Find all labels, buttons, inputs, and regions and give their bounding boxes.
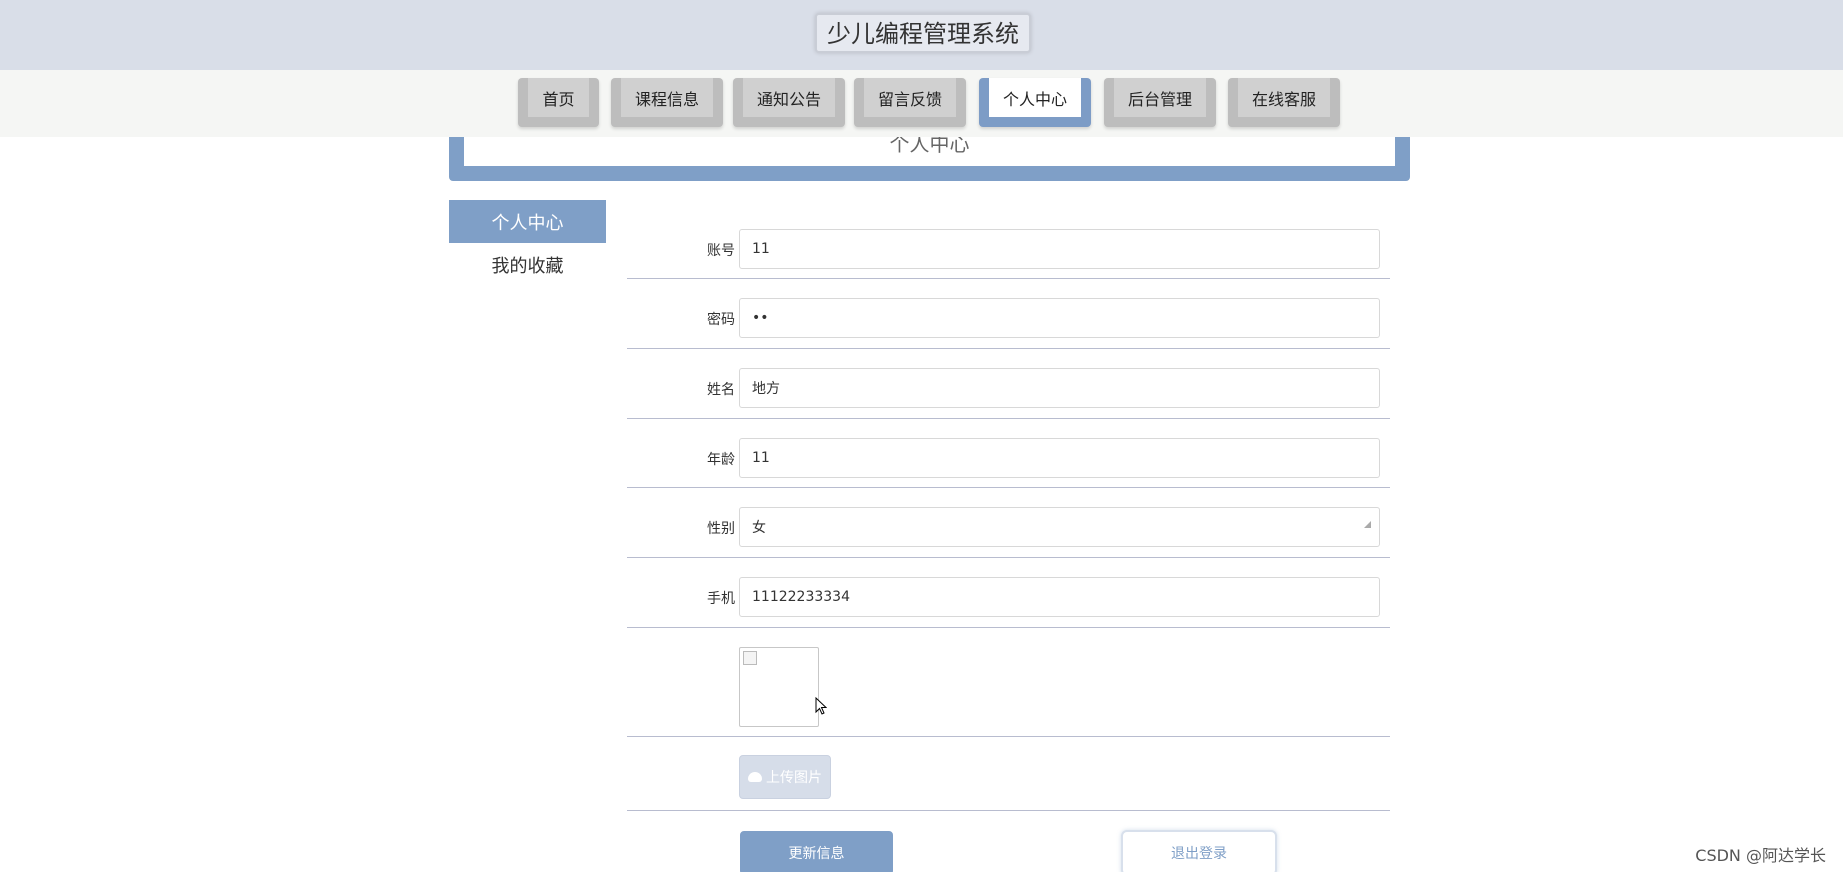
nav-item-profile[interactable]: 个人中心 [979,78,1091,127]
phone-label: 手机 [707,591,735,607]
gender-select[interactable]: 女 [739,507,1380,547]
nav-item-label: 在线客服 [1238,78,1330,117]
watermark: CSDN @阿达学长 [1695,846,1826,865]
gender-value: 女 [752,520,766,536]
site-header: 少儿编程管理系统 [0,0,1843,70]
form-row-password: 密码 [627,298,1390,349]
form-row-name: 姓名 [627,368,1390,419]
site-title: 少儿编程管理系统 [815,13,1031,53]
gender-label: 性别 [707,521,735,537]
password-label: 密码 [707,312,735,328]
nav-item-notices[interactable]: 通知公告 [733,78,845,127]
form-row-gender: 性别 女 [627,507,1390,558]
cloud-upload-icon [748,772,762,782]
broken-image-icon [743,651,757,665]
form-row-age: 年龄 [627,438,1390,488]
sidebar-item-favorites[interactable]: 我的收藏 [449,243,606,286]
form-row-account: 账号 [627,229,1390,279]
upload-image-button[interactable]: 上传图片 [739,755,831,799]
page-title: 个人中心 [464,137,1395,166]
age-label: 年龄 [707,452,735,468]
form-row-phone: 手机 [627,577,1390,628]
nav-item-label: 通知公告 [743,78,835,117]
account-input[interactable] [739,229,1380,269]
nav-item-label: 课程信息 [621,78,713,117]
caret-icon [1364,521,1371,528]
nav-item-feedback[interactable]: 留言反馈 [854,78,966,127]
page-banner: 个人中心 [449,137,1410,181]
mouse-cursor-icon [815,697,827,715]
nav-item-home[interactable]: 首页 [518,78,599,127]
sidebar-item-profile[interactable]: 个人中心 [449,200,606,243]
name-input[interactable] [739,368,1380,408]
logout-button[interactable]: 退出登录 [1121,830,1277,872]
account-label: 账号 [707,243,735,259]
upload-button-label: 上传图片 [766,770,822,786]
phone-input[interactable] [739,577,1380,617]
avatar-preview[interactable] [739,647,819,727]
nav-item-label: 留言反馈 [864,78,956,117]
nav-item-courses[interactable]: 课程信息 [611,78,723,127]
password-input[interactable] [739,298,1380,338]
nav-item-admin[interactable]: 后台管理 [1104,78,1216,127]
main-nav: 首页 课程信息 通知公告 留言反馈 个人中心 后台管理 在线客服 [0,70,1843,137]
form-row-avatar [627,628,1390,737]
update-info-button[interactable]: 更新信息 [740,831,893,872]
nav-item-label: 后台管理 [1114,78,1206,117]
nav-item-label: 首页 [528,78,589,117]
nav-item-support[interactable]: 在线客服 [1228,78,1340,127]
nav-item-label: 个人中心 [989,78,1081,117]
form-row-upload: 上传图片 [627,737,1390,811]
age-input[interactable] [739,438,1380,478]
name-label: 姓名 [707,382,735,398]
